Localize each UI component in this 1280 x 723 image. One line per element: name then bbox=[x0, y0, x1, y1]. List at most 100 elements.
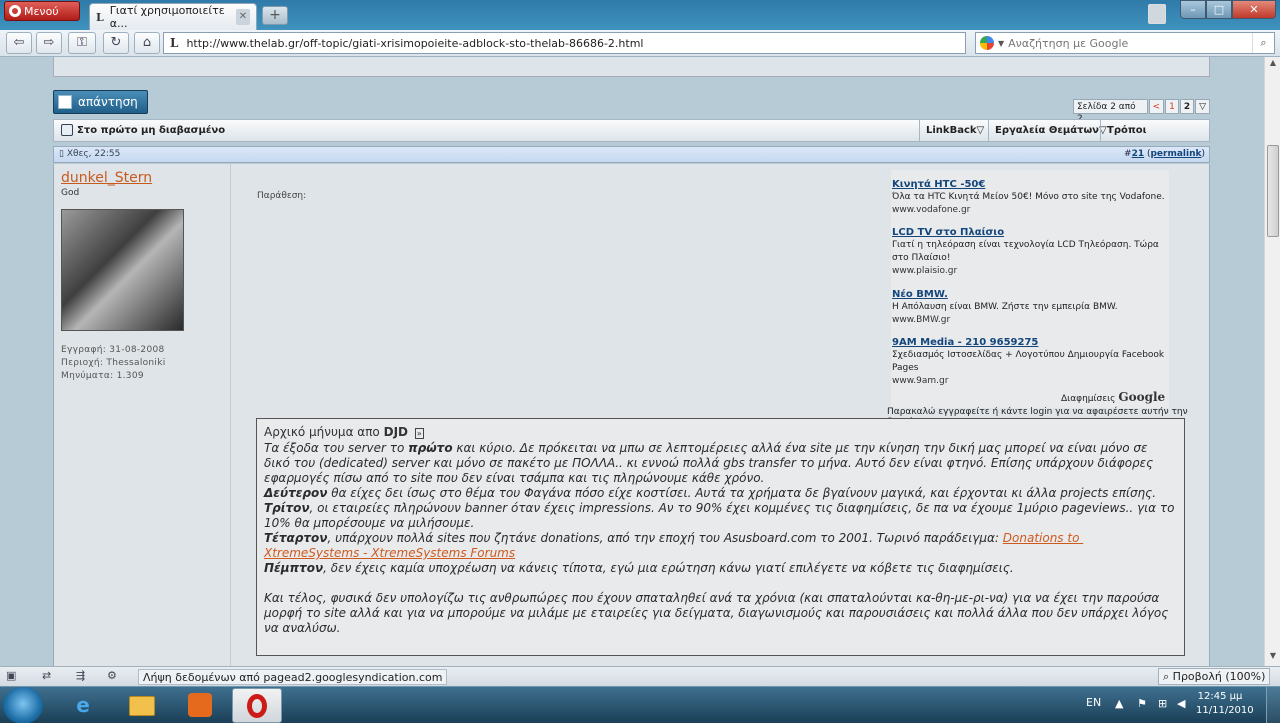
quote-jump-icon[interactable]: » bbox=[414, 428, 424, 439]
trash-icon[interactable] bbox=[1148, 4, 1166, 24]
ad-url: www.vodafone.gr bbox=[892, 205, 971, 215]
unite-icon[interactable]: ⚙ bbox=[107, 669, 117, 682]
quote-p1-bold: πρώτο bbox=[408, 441, 453, 455]
window-minimize-button[interactable]: – bbox=[1180, 0, 1206, 19]
quote-header: Αρχικό μήνυμα απο DJD » bbox=[264, 425, 1177, 439]
google-search-engine-icon[interactable] bbox=[980, 36, 994, 50]
zoom-label: Προβολή (100%) bbox=[1172, 670, 1266, 683]
window-maximize-button[interactable]: □ bbox=[1206, 0, 1232, 19]
browser-titlebar: Μενού L Γιατί χρησιμοποιείτε α... ✕ + – … bbox=[0, 0, 1280, 30]
key-icon[interactable]: ⚿ bbox=[68, 32, 96, 54]
ads-by-google[interactable]: Διαφημίσεις Google bbox=[1061, 390, 1165, 404]
internet-explorer-icon[interactable]: e bbox=[58, 688, 108, 723]
tab-close-icon[interactable]: ✕ bbox=[235, 9, 250, 25]
ad-item[interactable]: Νέο BMW. Η Απόλαυση είναι BMW. Ζήστε την… bbox=[892, 288, 1167, 327]
ad-item[interactable]: LCD TV στο Πλαίσιο Γιατί η τηλεόραση είν… bbox=[892, 226, 1167, 278]
thread-tools-menu[interactable]: Εργαλεία Θεμάτων▽ bbox=[988, 120, 1113, 141]
navigation-bar: ⇦ ⇨ ⚿ ↻ ⌂ L http://www.thelab.gr/off-top… bbox=[0, 30, 1280, 57]
ads-by-label: Διαφημίσεις bbox=[1061, 394, 1116, 404]
quote-p3-rest: , οι εταιρείες πληρώνουν banner όταν έχε… bbox=[264, 501, 1179, 530]
ad-title[interactable]: LCD TV στο Πλαίσιο bbox=[892, 226, 1167, 239]
zoom-control[interactable]: ⌕ Προβολή (100%) bbox=[1158, 668, 1271, 685]
quote-p5-bold: Πέμπτον bbox=[264, 561, 324, 575]
search-box[interactable]: ▼ Αναζήτηση με Google ⌕ bbox=[975, 32, 1275, 54]
scroll-down-icon[interactable]: ▼ bbox=[1266, 651, 1280, 665]
reply-label: απάντηση bbox=[78, 95, 138, 109]
google-ads-box: Κινητά HTC -50€ Όλα τα HTC Κινητά Μείον … bbox=[891, 170, 1169, 408]
ad-title[interactable]: Κινητά HTC -50€ bbox=[892, 178, 1167, 191]
clock-date: 11/11/2010 bbox=[1196, 705, 1254, 716]
ad-title[interactable]: 9AM Media - 210 9659275 bbox=[892, 336, 1167, 349]
post-date-text: Χθες, 22:55 bbox=[66, 149, 121, 159]
new-tab-button[interactable]: + bbox=[262, 6, 288, 25]
ad-item[interactable]: Κινητά HTC -50€ Όλα τα HTC Κινητά Μείον … bbox=[892, 178, 1167, 217]
user-join-date: Εγγραφή: 31-08-2008 bbox=[61, 345, 165, 355]
linkback-menu[interactable]: LinkBack▽ bbox=[919, 120, 990, 141]
scroll-thumb[interactable] bbox=[1267, 145, 1279, 237]
post-body: Παράθεση: Κινητά HTC -50€ Όλα τα HTC Κιν… bbox=[231, 164, 1210, 666]
quote-p5-rest: , δεν έχεις καμία υποχρέωση να κάνεις τί… bbox=[323, 561, 1014, 575]
home-icon[interactable]: ⌂ bbox=[134, 32, 160, 54]
forum-page: απάντηση Σελίδα 2 από 2 < 1 2 ▽ Στο πρώτ… bbox=[53, 57, 1210, 666]
volume-icon[interactable]: ◀ bbox=[1177, 697, 1185, 710]
address-bar[interactable]: L http://www.thelab.gr/off-topic/giati-x… bbox=[163, 32, 1124, 54]
reply-button[interactable]: απάντηση bbox=[53, 90, 148, 114]
media-player-icon[interactable] bbox=[175, 688, 225, 723]
tab-active[interactable]: L Γιατί χρησιμοποιείτε α... ✕ bbox=[89, 3, 257, 30]
permalink-link[interactable]: permalink bbox=[1150, 149, 1201, 159]
opera-logo-icon bbox=[9, 5, 21, 17]
avatar[interactable] bbox=[61, 209, 184, 331]
quote-p6: Και τέλος, φυσικά δεν υπολογίζω τις ανθρ… bbox=[264, 591, 1173, 635]
panel-toggle-icon[interactable]: ▣ bbox=[6, 669, 16, 682]
tray-arrow-icon[interactable]: ▲ bbox=[1115, 697, 1123, 710]
ads-brand: Google bbox=[1118, 390, 1166, 404]
quote-p4-rest: , υπάρχουν πολλά sites που ζητάνε donati… bbox=[327, 531, 1003, 545]
search-input[interactable]: Αναζήτηση με Google bbox=[1008, 37, 1128, 50]
vertical-scrollbar[interactable]: ▲ ▼ bbox=[1264, 57, 1280, 666]
user-location: Περιοχή: Thessaloniki bbox=[61, 358, 166, 368]
start-button[interactable] bbox=[3, 687, 43, 723]
show-desktop-button[interactable] bbox=[1266, 687, 1280, 723]
reload-icon[interactable]: ↻ bbox=[103, 32, 129, 54]
quote-p2-bold: Δεύτερον bbox=[264, 486, 328, 500]
status-bar: ▣ ⇄ ⇶ ⚙ Λήψη δεδομένων από pagead2.googl… bbox=[0, 666, 1280, 686]
display-modes-menu[interactable]: Τρόποι εμφάνισης▽ bbox=[1100, 120, 1209, 157]
search-magnifier-icon[interactable]: ⌕ bbox=[1252, 33, 1274, 53]
pagination-label: Σελίδα 2 από 2 bbox=[1073, 99, 1148, 124]
engine-dropdown-icon[interactable]: ▼ bbox=[998, 39, 1004, 48]
network-icon[interactable]: ⊞ bbox=[1158, 697, 1167, 710]
quote-p4-bold: Τέταρτον bbox=[264, 531, 328, 545]
quote-text: Τα έξοδα του server το πρώτο και κύριο. … bbox=[264, 441, 1177, 636]
clock[interactable]: 12:45 μμ 11/11/2010 bbox=[1196, 690, 1254, 718]
post-number: #21 (permalink) bbox=[1124, 149, 1205, 159]
explorer-folder-icon[interactable] bbox=[117, 688, 167, 723]
ad-text: Γιατί η τηλεόραση είναι τεχνολογία LCD Τ… bbox=[892, 240, 1159, 263]
thread-toolbar: Στο πρώτο μη διαβασμένο LinkBack▽ Εργαλε… bbox=[53, 119, 1210, 157]
pagination-prev[interactable]: < bbox=[1148, 99, 1165, 114]
url-text: http://www.thelab.gr/off-topic/giati-xri… bbox=[186, 36, 644, 50]
username-link[interactable]: dunkel_Stern bbox=[61, 170, 152, 186]
scroll-up-icon[interactable]: ▲ bbox=[1266, 58, 1280, 72]
pagination-dropdown-icon[interactable]: ▽ bbox=[1195, 99, 1210, 114]
language-indicator[interactable]: EN bbox=[1086, 696, 1101, 709]
window-close-button[interactable]: ✕ bbox=[1232, 0, 1276, 19]
post-number-link[interactable]: 21 bbox=[1132, 149, 1145, 159]
clock-time: 12:45 μμ bbox=[1197, 691, 1243, 702]
ad-item[interactable]: 9AM Media - 210 9659275 Σχεδιασμός Ιστοσ… bbox=[892, 336, 1167, 388]
turbo-icon[interactable]: ⇶ bbox=[76, 669, 85, 682]
site-favicon-icon: L bbox=[170, 36, 179, 50]
pagination-page-1[interactable]: 1 bbox=[1165, 99, 1179, 114]
user-post-count: Μηνύματα: 1.309 bbox=[61, 371, 144, 381]
opera-taskbar-icon[interactable] bbox=[232, 688, 282, 723]
ad-text: Η Απόλαυση είναι BMW. Ζήστε την εμπειρία… bbox=[892, 302, 1118, 312]
quote-label: Παράθεση: bbox=[257, 191, 307, 201]
opera-menu-button[interactable]: Μενού bbox=[4, 1, 80, 21]
ad-text: Όλα τα HTC Κινητά Μείον 50€! Μόνο στο si… bbox=[892, 192, 1165, 202]
ad-title[interactable]: Νέο BMW. bbox=[892, 288, 1167, 301]
back-icon[interactable]: ⇦ bbox=[6, 32, 32, 54]
sync-icon[interactable]: ⇄ bbox=[42, 669, 51, 682]
flag-icon[interactable]: ⚑ bbox=[1137, 697, 1147, 710]
first-unread-link[interactable]: Στο πρώτο μη διαβασμένο bbox=[61, 124, 225, 136]
forward-icon[interactable]: ⇨ bbox=[36, 32, 62, 54]
quote-author: DJD bbox=[383, 425, 408, 439]
